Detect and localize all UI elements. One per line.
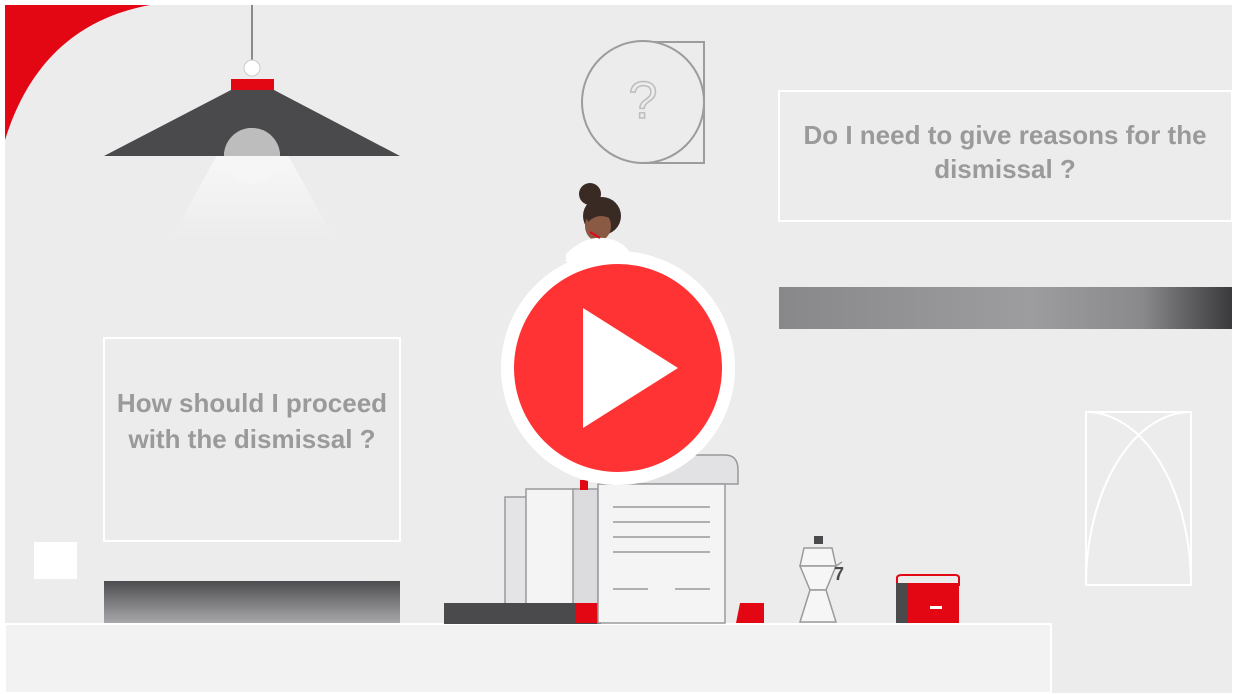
red-tab-shape — [736, 603, 764, 623]
question-mark-glyph: ? — [629, 72, 658, 130]
play-icon — [501, 251, 735, 485]
small-white-square — [34, 542, 77, 579]
gradient-bar-right — [779, 287, 1232, 329]
mug-number-label: 7 — [834, 564, 844, 584]
video-player[interactable]: ? 7 Do I need to give reasons for the di… — [0, 0, 1235, 694]
gradient-shelf-left — [104, 581, 400, 623]
play-button[interactable] — [500, 250, 736, 486]
caption-text-left: How should I proceed with the dismissal … — [116, 388, 388, 454]
caption-text-right: Do I need to give reasons for the dismis… — [803, 120, 1207, 184]
bottom-ledge — [4, 623, 1052, 694]
